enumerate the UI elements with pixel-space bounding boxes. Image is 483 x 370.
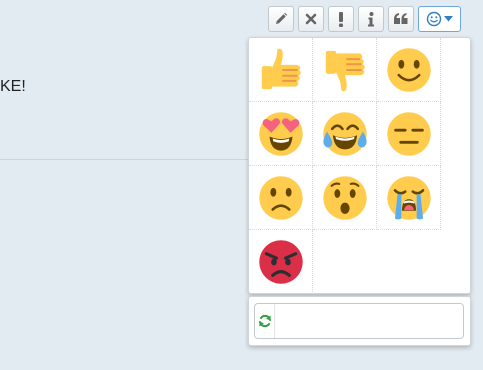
slightly-frowning-face-icon [258, 175, 303, 220]
emoji-heart-eyes-face[interactable] [249, 102, 313, 166]
emoji-thumbs-up[interactable] [249, 38, 313, 102]
pencil-icon [276, 12, 288, 24]
smiley-icon [426, 11, 442, 27]
emoji-hushed-face[interactable] [313, 166, 377, 230]
expressionless-face-icon [386, 111, 431, 156]
edit-button[interactable] [268, 6, 294, 32]
thumbs-up-icon [261, 48, 301, 89]
emoji-smiling-face[interactable] [377, 38, 441, 102]
message-divider [0, 159, 250, 160]
info-icon [368, 11, 374, 26]
emoji-picker-panel [248, 37, 471, 294]
emoji-thumbs-down[interactable] [313, 38, 377, 102]
message-text: KE! [0, 78, 26, 95]
emoji-pouting-face[interactable] [249, 230, 313, 293]
emoji-grid [249, 38, 470, 293]
heart-eyes-face-icon [258, 111, 303, 156]
quote-icon [394, 13, 408, 24]
message-toolbar [268, 6, 461, 32]
emoji-slightly-frowning-face[interactable] [249, 166, 313, 230]
emoji-expressionless-face[interactable] [377, 102, 441, 166]
refresh-icon [258, 314, 271, 328]
emoji-loudly-crying-face[interactable] [377, 166, 441, 230]
refresh-button[interactable] [255, 304, 275, 338]
delete-button[interactable] [298, 6, 324, 32]
pouting-face-icon [258, 239, 303, 284]
times-icon [305, 13, 317, 25]
emoji-picker-button[interactable] [418, 6, 461, 32]
report-button[interactable] [328, 6, 354, 32]
hushed-face-icon [322, 175, 367, 220]
thumbs-down-icon [325, 50, 365, 91]
smiling-face-icon [386, 47, 431, 92]
emoji-tears-of-joy-face[interactable] [313, 102, 377, 166]
loudly-crying-face-icon [386, 175, 431, 220]
caret-down-icon [444, 16, 453, 22]
exclamation-icon [339, 11, 343, 27]
info-button[interactable] [358, 6, 384, 32]
tears-of-joy-face-icon [322, 111, 367, 156]
emoji-picker-footer [248, 296, 471, 346]
emoji-search-group [254, 303, 464, 339]
quote-button[interactable] [388, 6, 414, 32]
emoji-search-input[interactable] [275, 304, 463, 338]
